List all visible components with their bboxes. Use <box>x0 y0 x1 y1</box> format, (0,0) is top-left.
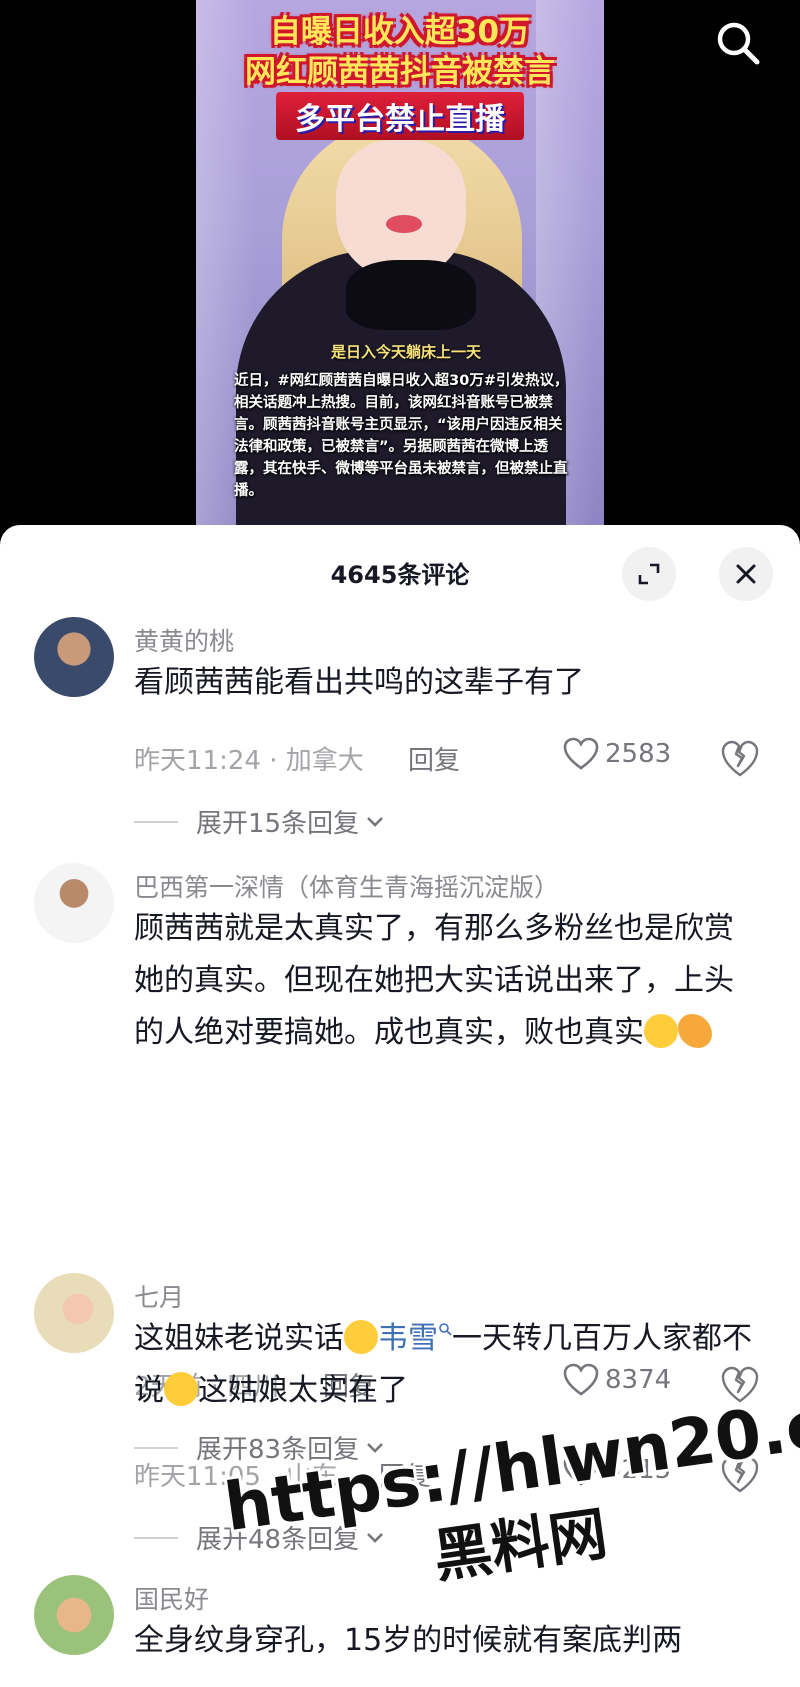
video-title-line-2: 网红顾茜茜抖音被禁言 <box>245 54 555 90</box>
comment-sheet-header: 4645条评论 <box>0 525 800 617</box>
divider-line <box>134 820 178 823</box>
comment-text: 全身纹身穿孔，15岁的时候就有案底判两 <box>134 1623 683 1658</box>
heart-icon <box>563 737 599 770</box>
like-count: 2583 <box>605 739 672 769</box>
like-button[interactable]: 2583 <box>563 737 671 771</box>
laughing-emoji-icon <box>344 1320 378 1354</box>
laughing-emoji-icon <box>164 1372 198 1406</box>
comment-text-part: 这姐妹老说实话 <box>134 1321 344 1356</box>
comment-meta: 昨天11:24 · 加拿大 <box>134 746 364 776</box>
close-icon <box>736 564 756 584</box>
video-player[interactable]: 自曝日收入超30万 网红顾茜茜抖音被禁言 多平台禁止直播 是日入今天躺床上一天 … <box>0 0 800 560</box>
video-caption: 近日，#网红顾茜茜自曝日收入超30万#引发热议，相关话题冲上热搜。目前，该网红抖… <box>234 373 569 499</box>
video-quote: 是日入今天躺床上一天 <box>330 343 481 361</box>
pointing-hand-emoji-icon <box>678 1014 712 1048</box>
comment-username[interactable]: 巴西第一深情（体育生青海摇沉淀版） <box>134 868 559 904</box>
comment-username[interactable]: 七月 <box>134 1278 184 1314</box>
close-button[interactable] <box>719 547 773 601</box>
comment-text-part: 这姑娘太实在了 <box>198 1373 408 1408</box>
comment-text: 顾茜茜就是太真实了，有那么多粉丝也是欣赏她的真实。但现在她把大实话说出来了，上头… <box>134 903 754 1059</box>
comment-text: 这姐妹老说实话 韦雪 一天转几百万人家都不说 这姑娘太实在了 <box>134 1313 754 1417</box>
chevron-down-icon <box>367 816 384 827</box>
video-title-line-1: 自曝日收入超30万 <box>269 14 531 50</box>
comment-text: 看顾茜茜能看出共鸣的这辈子有了 <box>134 665 584 700</box>
expand-replies-label: 展开15条回复 <box>196 809 360 839</box>
expand-replies[interactable]: 展开15条回复 <box>134 803 385 840</box>
expand-icon <box>638 563 660 585</box>
video-title-line-3: 多平台禁止直播 <box>276 92 524 140</box>
person-bow <box>346 260 476 330</box>
person-face <box>336 140 466 280</box>
video-frame: 自曝日收入超30万 网红顾茜茜抖音被禁言 多平台禁止直播 是日入今天躺床上一天 … <box>196 0 604 540</box>
avatar[interactable] <box>34 1575 114 1655</box>
avatar[interactable] <box>34 863 114 943</box>
divider-line <box>134 1536 178 1539</box>
avatar[interactable] <box>34 617 114 697</box>
comment-username[interactable]: 国民好 <box>134 1580 209 1616</box>
avatar[interactable] <box>34 1273 114 1353</box>
dislike-icon[interactable] <box>720 739 760 779</box>
expand-button[interactable] <box>622 547 676 601</box>
crying-emoji-icon <box>644 1014 678 1048</box>
person-lips <box>386 215 422 233</box>
comment-count: 4645条评论 <box>330 561 470 589</box>
search-icon[interactable] <box>713 18 763 68</box>
search-icon <box>439 1323 452 1336</box>
divider-line <box>134 1446 178 1449</box>
reply-button[interactable]: 回复 <box>408 740 460 777</box>
mention-link[interactable]: 韦雪 <box>378 1321 438 1356</box>
comment-username[interactable]: 黄黄的桃 <box>134 622 234 658</box>
